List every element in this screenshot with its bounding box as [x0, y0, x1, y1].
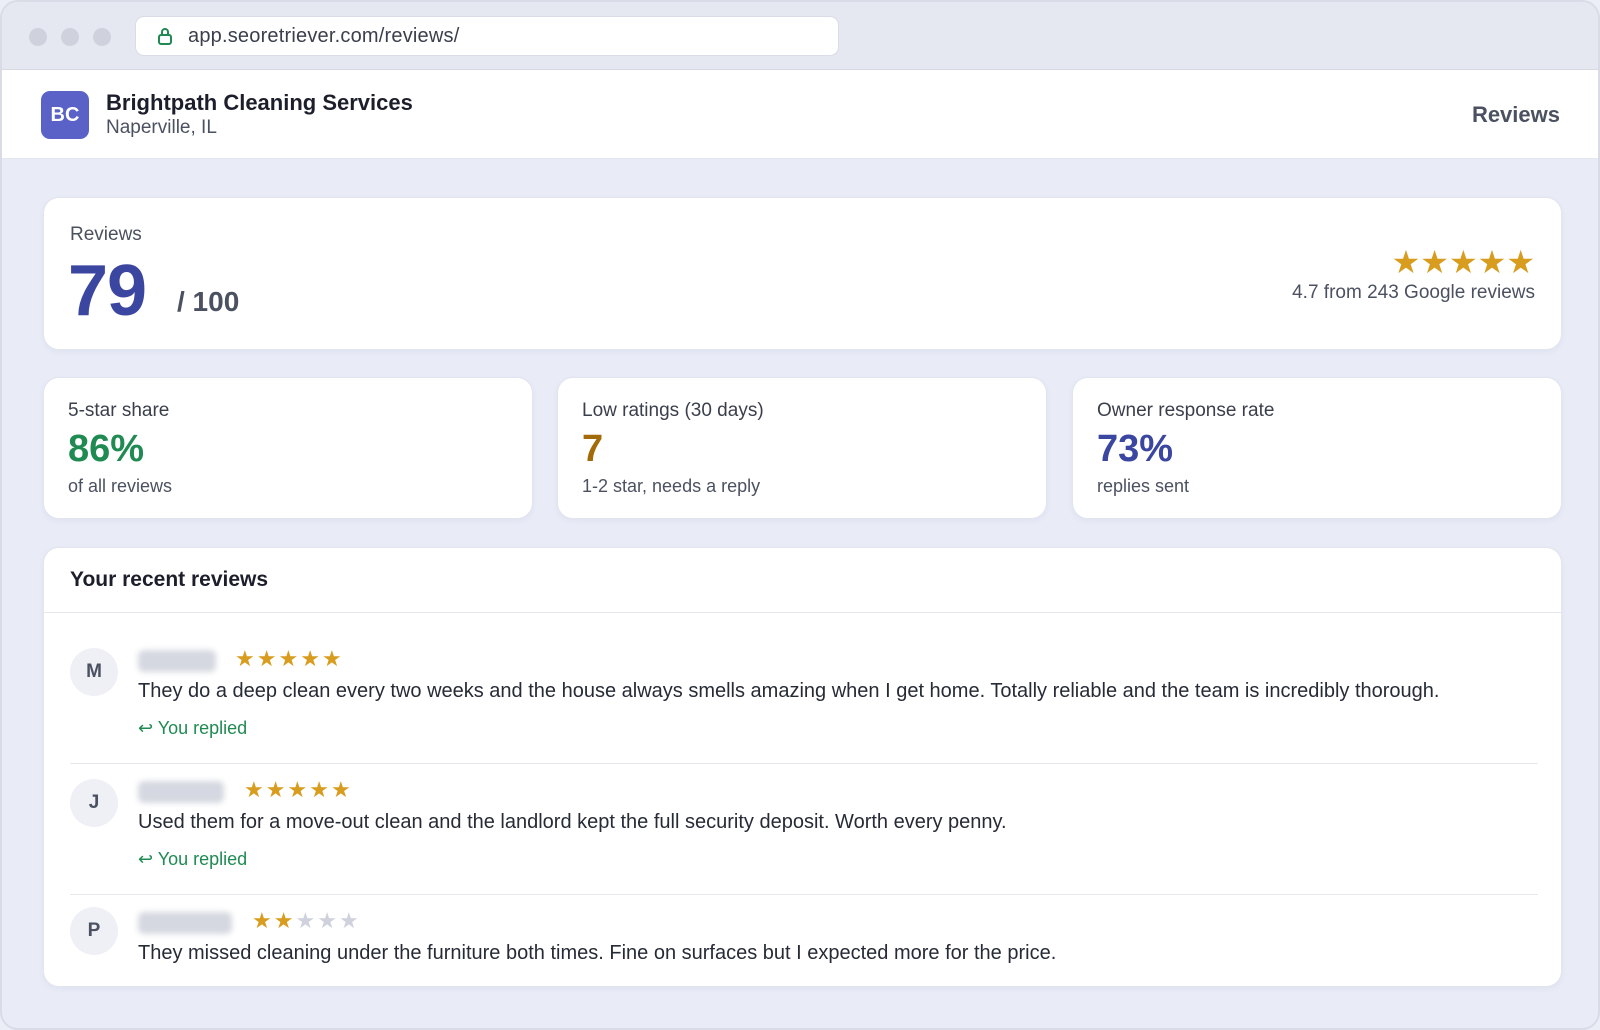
- browser-chrome: app.seoretriever.com/reviews/: [2, 2, 1598, 70]
- metric-value: 7: [582, 428, 604, 470]
- score-out-of: / 100: [177, 286, 240, 317]
- score-value: 79: [68, 251, 147, 331]
- review-text: They missed cleaning under the furniture…: [138, 942, 1057, 964]
- replied-status[interactable]: ↩ You replied: [138, 849, 247, 870]
- review-stars: ★ ★ ★ ★ ★: [244, 777, 351, 803]
- star-empty-icon: ★: [295, 908, 316, 933]
- business-logo: BC: [41, 91, 89, 139]
- star-filled-icon: ★: [278, 646, 299, 671]
- metric-label: Owner response rate: [1097, 400, 1275, 421]
- window-minimize-dot[interactable]: [61, 28, 79, 46]
- review-score-card: Reviews 79 / 100 ★★★★★ 4.7 from 243 Goog…: [43, 197, 1562, 350]
- star-filled-icon: ★: [252, 908, 272, 933]
- metric-label: Low ratings (30 days): [582, 400, 764, 421]
- reviewer-avatar: M: [70, 648, 118, 696]
- review-stars: ★ ★ ★ ★ ★: [252, 908, 359, 934]
- review-text: They do a deep clean every two weeks and…: [138, 680, 1440, 702]
- star-filled-icon: ★: [287, 777, 308, 802]
- review-divider: [70, 894, 1538, 895]
- recent-reviews-title: Your recent reviews: [70, 568, 269, 591]
- reviewer-name-blurred: [138, 781, 224, 803]
- google-rating-stars: ★★★★★: [1392, 246, 1535, 278]
- star-filled-icon: ★: [244, 777, 264, 802]
- reviewer-avatar: P: [70, 907, 118, 955]
- star-filled-icon: ★: [235, 646, 255, 671]
- header-divider: [44, 612, 1561, 613]
- lock-icon: [158, 27, 172, 45]
- metric-subtext: of all reviews: [68, 476, 173, 496]
- score-label: Reviews: [70, 224, 142, 245]
- star-icon: ★★★★★: [1391, 244, 1535, 280]
- reviewer-avatar: J: [70, 779, 118, 827]
- star-filled-icon: ★: [321, 646, 342, 671]
- address-bar[interactable]: app.seoretriever.com/reviews/: [135, 16, 839, 56]
- metric-subtext: replies sent: [1097, 476, 1190, 496]
- recent-reviews-card: Your recent reviews M ★ ★ ★ ★ ★ They do a de…: [43, 547, 1562, 987]
- star-filled-icon: ★: [273, 908, 294, 933]
- metric-card-owner-response-rate: Owner response rate 73% replies sent: [1072, 377, 1562, 519]
- metric-value: 73%: [1097, 428, 1174, 470]
- window-close-dot[interactable]: [29, 28, 47, 46]
- star-filled-icon: ★: [330, 777, 351, 802]
- star-filled-icon: ★: [265, 777, 286, 802]
- metric-card-low-ratings: Low ratings (30 days) 7 1-2 star, needs …: [557, 377, 1047, 519]
- review-divider: [70, 763, 1538, 764]
- reviewer-name-blurred: [138, 912, 232, 934]
- metric-subtext: 1-2 star, needs a reply: [582, 476, 761, 496]
- star-empty-icon: ★: [338, 908, 359, 933]
- nav-reviews-link[interactable]: Reviews: [1472, 102, 1560, 128]
- review-text: Used them for a move-out clean and the l…: [138, 811, 1007, 833]
- metric-label: 5-star share: [68, 400, 170, 421]
- window-maximize-dot[interactable]: [93, 28, 111, 46]
- star-filled-icon: ★: [256, 646, 277, 671]
- app-header: BC Brightpath Cleaning Services Napervil…: [2, 70, 1598, 159]
- browser-window: app.seoretriever.com/reviews/ BC Brightp…: [0, 0, 1600, 1030]
- google-rating-text: 4.7 from 243 Google reviews: [1292, 282, 1535, 303]
- business-location: Naperville, IL: [106, 117, 217, 138]
- metric-value: 86%: [68, 428, 145, 470]
- replied-status[interactable]: ↩ You replied: [138, 718, 247, 739]
- metric-card-five-star-share: 5-star share 86% of all reviews: [43, 377, 533, 519]
- business-name: Brightpath Cleaning Services: [106, 90, 413, 115]
- star-filled-icon: ★: [309, 777, 329, 802]
- reviewer-name-blurred: [138, 650, 216, 672]
- star-filled-icon: ★: [300, 646, 320, 671]
- review-stars: ★ ★ ★ ★ ★: [235, 646, 342, 672]
- url-text[interactable]: app.seoretriever.com/reviews/: [188, 25, 459, 48]
- star-empty-icon: ★: [317, 908, 337, 933]
